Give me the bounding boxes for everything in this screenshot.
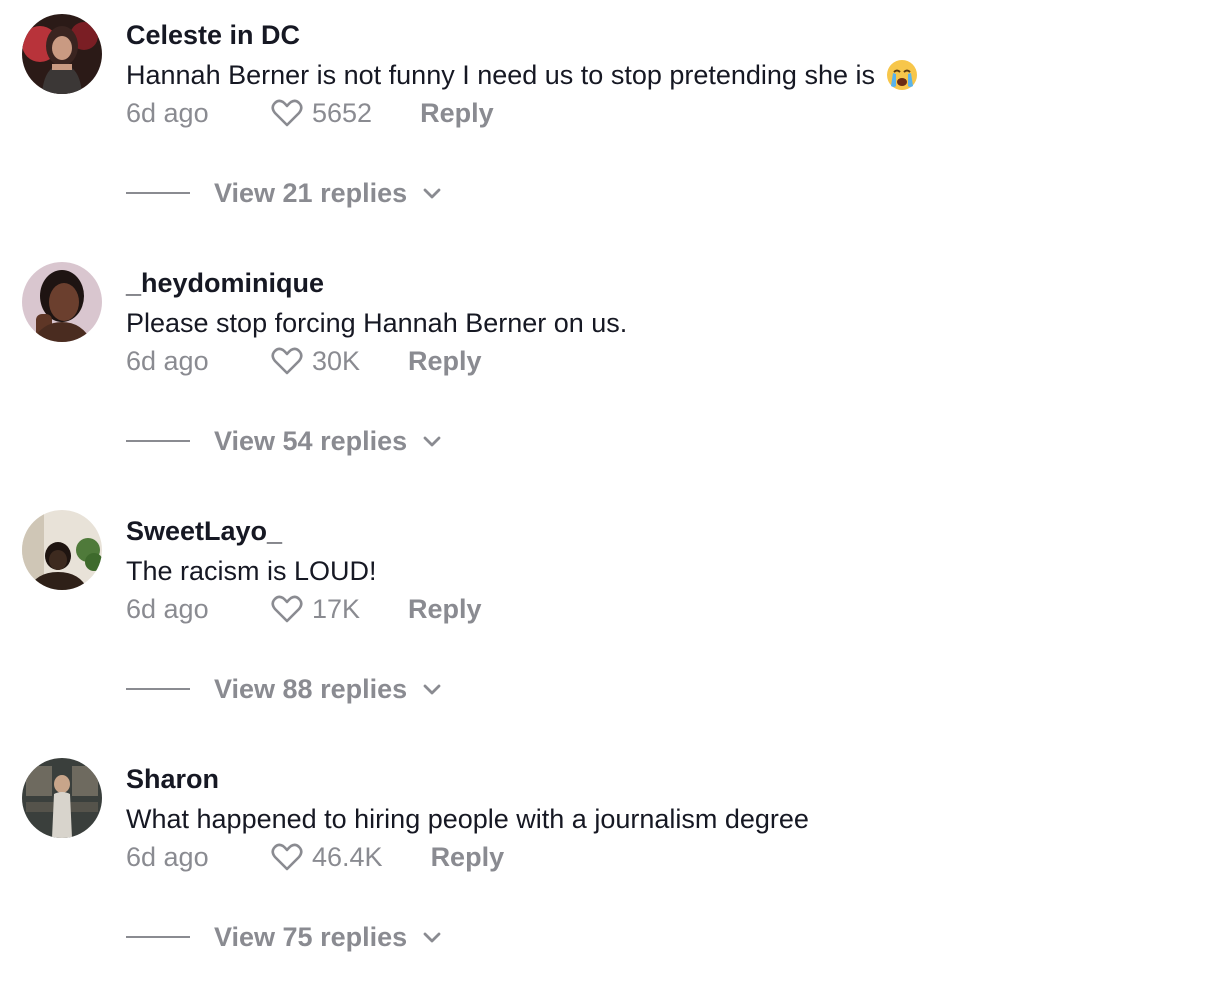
comment-text: What happened to hiring people with a jo… [126,802,809,836]
view-replies-button[interactable]: View 54 replies [126,424,443,458]
view-replies-button[interactable]: View 21 replies [126,176,443,210]
comment-text-content: Hannah Berner is not funny I need us to … [126,60,875,90]
comment-text: The racism is LOUD! [126,554,377,588]
avatar[interactable] [22,14,102,94]
view-replies-button[interactable]: View 75 replies [126,920,443,954]
timestamp: 6d ago [126,593,209,624]
comment-text-content: The racism is LOUD! [126,556,377,586]
comment-text-content: Please stop forcing Hannah Berner on us. [126,308,628,338]
loudly-crying-face-emoji-icon [885,58,919,92]
comment-meta: 6d ago 17K Reply [126,592,482,626]
username[interactable]: Celeste in DC [126,19,300,51]
comment-item: _heydominique Please stop forcing Hannah… [0,248,1206,496]
view-replies-button[interactable]: View 88 replies [126,672,443,706]
view-replies-label: View 88 replies [214,673,408,704]
avatar[interactable] [22,758,102,838]
avatar[interactable] [22,262,102,342]
avatar[interactable] [22,510,102,590]
divider [126,192,190,194]
view-replies-label: View 75 replies [214,921,408,952]
like-button[interactable]: 5652 [270,96,372,130]
reply-button[interactable]: Reply [408,346,482,377]
comment-text-content: What happened to hiring people with a jo… [126,804,809,834]
reply-button[interactable]: Reply [408,594,482,625]
timestamp: 6d ago [126,345,209,376]
comment-text: Please stop forcing Hannah Berner on us. [126,306,627,340]
comment-item: Celeste in DC Hannah Berner is not funny… [0,0,1206,248]
reply-button[interactable]: Reply [420,98,494,129]
timestamp: 6d ago [126,841,209,872]
username[interactable]: SweetLayo_ [126,515,282,547]
divider [126,688,190,690]
comment-item: SweetLayo_ The racism is LOUD! 6d ago 17… [0,496,1206,744]
heart-icon [271,347,303,375]
chevron-down-icon [423,932,441,943]
like-count: 5652 [312,97,373,128]
timestamp: 6d ago [126,97,209,128]
heart-icon [271,595,303,623]
comment-meta: 6d ago 46.4K Reply [126,840,504,874]
comment-meta: 6d ago 30K Reply [126,344,482,378]
divider [126,936,190,938]
username[interactable]: Sharon [126,763,219,795]
like-count: 30K [312,345,361,376]
heart-icon [271,99,303,127]
reply-button[interactable]: Reply [431,842,505,873]
chevron-down-icon [423,684,441,695]
comment-item: Sharon What happened to hiring people wi… [0,744,1206,992]
comment-text: Hannah Berner is not funny I need us to … [126,58,919,92]
comment-meta: 6d ago 5652 Reply [126,96,494,130]
divider [126,440,190,442]
chevron-down-icon [423,188,441,199]
like-count: 17K [312,593,361,624]
chevron-down-icon [423,436,441,447]
like-button[interactable]: 46.4K [270,840,383,874]
heart-icon [271,843,303,871]
like-button[interactable]: 17K [270,592,360,626]
username[interactable]: _heydominique [126,267,324,299]
view-replies-label: View 21 replies [214,177,408,208]
like-count: 46.4K [312,841,383,872]
view-replies-label: View 54 replies [214,425,408,456]
like-button[interactable]: 30K [270,344,360,378]
